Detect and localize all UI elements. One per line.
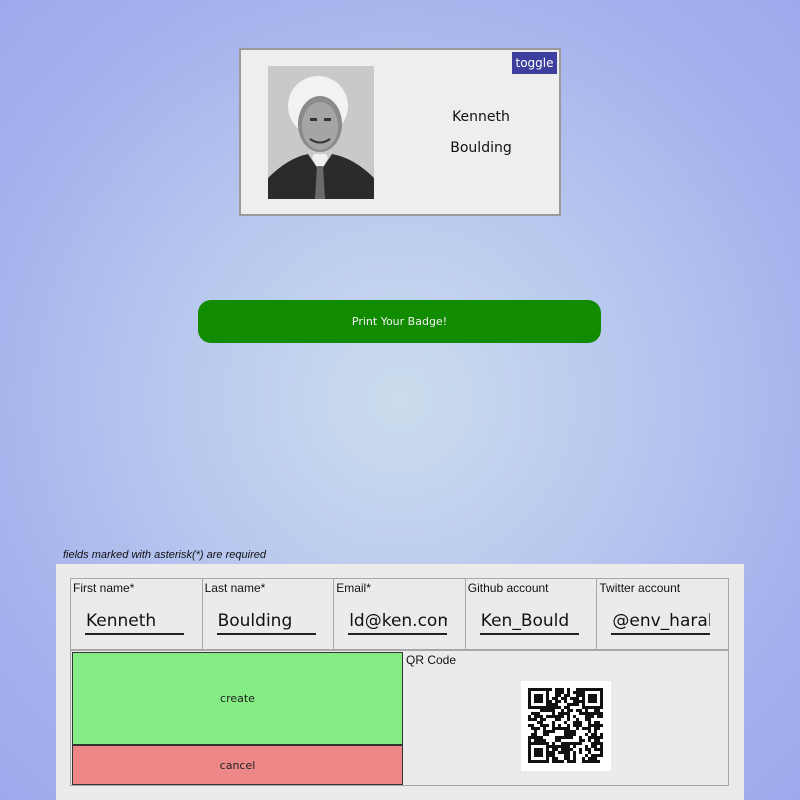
- email-label: Email*: [336, 581, 371, 595]
- cancel-button[interactable]: cancel: [72, 745, 403, 785]
- twitter-field: Twitter account: [597, 579, 728, 649]
- last-name-field: Last name*: [203, 579, 335, 649]
- qr-code-section: QR Code: [404, 651, 728, 785]
- first-name-input[interactable]: [85, 609, 184, 635]
- fields-row: First name* Last name* Email* Github acc…: [70, 578, 729, 650]
- badge-last-name: Boulding: [450, 140, 512, 156]
- github-input[interactable]: [479, 609, 579, 635]
- badge-photo: [268, 66, 374, 199]
- badge-first-name: Kenneth: [452, 109, 510, 125]
- last-name-input[interactable]: [216, 609, 316, 635]
- toggle-button[interactable]: toggle: [512, 52, 557, 74]
- first-name-label: First name*: [73, 581, 135, 595]
- required-fields-note: fields marked with asterisk(*) are requi…: [63, 549, 266, 561]
- badge-card: Kenneth Boulding toggle: [239, 48, 561, 216]
- badge-form: First name* Last name* Email* Github acc…: [56, 564, 744, 800]
- email-field: Email*: [334, 579, 466, 649]
- qr-code-image: [521, 681, 611, 771]
- first-name-field: First name*: [71, 579, 203, 649]
- actions-row: create cancel QR Code: [70, 650, 729, 786]
- twitter-input[interactable]: [611, 609, 711, 635]
- github-field: Github account: [466, 579, 598, 649]
- create-button[interactable]: create: [72, 652, 403, 745]
- print-badge-button[interactable]: Print Your Badge!: [198, 300, 601, 343]
- qr-code-label: QR Code: [406, 653, 457, 667]
- github-label: Github account: [467, 581, 549, 595]
- email-input[interactable]: [348, 609, 448, 635]
- last-name-label: Last name*: [204, 581, 266, 595]
- twitter-label: Twitter account: [599, 581, 681, 595]
